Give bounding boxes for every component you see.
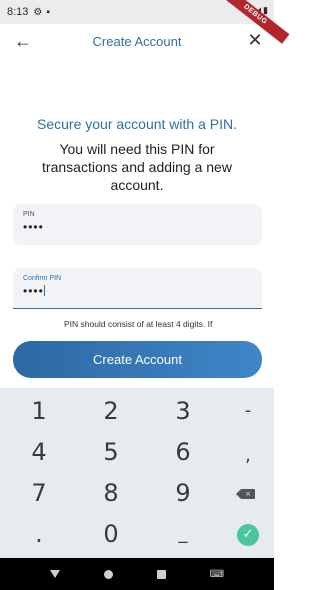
pin-hint: PIN should consist of at least 4 digits.… [64, 319, 213, 329]
nav-recents-icon[interactable] [156, 569, 166, 579]
sim-status-icon: ▪ [46, 6, 50, 18]
status-time: 8:13 [7, 6, 29, 18]
text-cursor [43, 285, 45, 296]
pin-heading: Secure your account with a PIN. [37, 116, 237, 132]
confirm-pin-value-wrap: •••• [23, 284, 252, 298]
system-nav-bar: ⌨ [0, 558, 274, 590]
nav-back-icon[interactable] [49, 570, 60, 578]
key-0[interactable]: 0 [77, 514, 145, 554]
key-7[interactable]: 7 [5, 473, 73, 513]
checkmark-icon: ✓ [237, 524, 259, 546]
page-title: Create Account [92, 34, 182, 49]
key-8[interactable]: 8 [77, 473, 145, 513]
key-5[interactable]: 5 [77, 432, 145, 472]
app-bar: ← Create Account ✕ [0, 24, 274, 60]
backspace-icon: × [236, 489, 255, 499]
done-key[interactable]: ✓ [214, 514, 282, 554]
key-9[interactable]: 9 [149, 473, 217, 513]
nav-home-icon[interactable] [103, 569, 113, 579]
pin-field-value: •••• [23, 220, 44, 234]
confirm-pin-label: Confirm PIN [23, 275, 62, 282]
confirm-pin-value: •••• [23, 284, 44, 298]
key-2[interactable]: 2 [77, 391, 145, 431]
key-3[interactable]: 3 [149, 391, 217, 431]
numeric-keypad: 1 2 3 - 4 5 6 , 7 8 9 × . 0 _ ✓ [0, 388, 274, 558]
key-minus[interactable]: - [214, 391, 282, 431]
keyboard-switch-icon[interactable]: ⌨ [210, 569, 224, 580]
backspace-key[interactable]: × [214, 473, 282, 513]
key-4[interactable]: 4 [5, 432, 73, 472]
key-6[interactable]: 6 [149, 432, 217, 472]
create-account-button[interactable]: Create Account [13, 341, 262, 378]
key-1[interactable]: 1 [5, 391, 73, 431]
key-space[interactable]: _ [149, 514, 217, 554]
key-comma[interactable]: , [214, 436, 282, 476]
pin-field[interactable]: PIN •••• [13, 204, 262, 245]
status-bar: 8:13 ⚙ ▪ ◢ ▮ DEBUG [0, 0, 290, 44]
key-period[interactable]: . [5, 514, 73, 554]
pin-field-label: PIN [23, 211, 35, 218]
pin-description: You will need this PIN for transactions … [42, 141, 232, 193]
close-icon[interactable]: ✕ [246, 30, 264, 50]
confirm-pin-field[interactable]: Confirm PIN •••• [13, 268, 262, 309]
settings-status-icon: ⚙ [33, 6, 43, 18]
